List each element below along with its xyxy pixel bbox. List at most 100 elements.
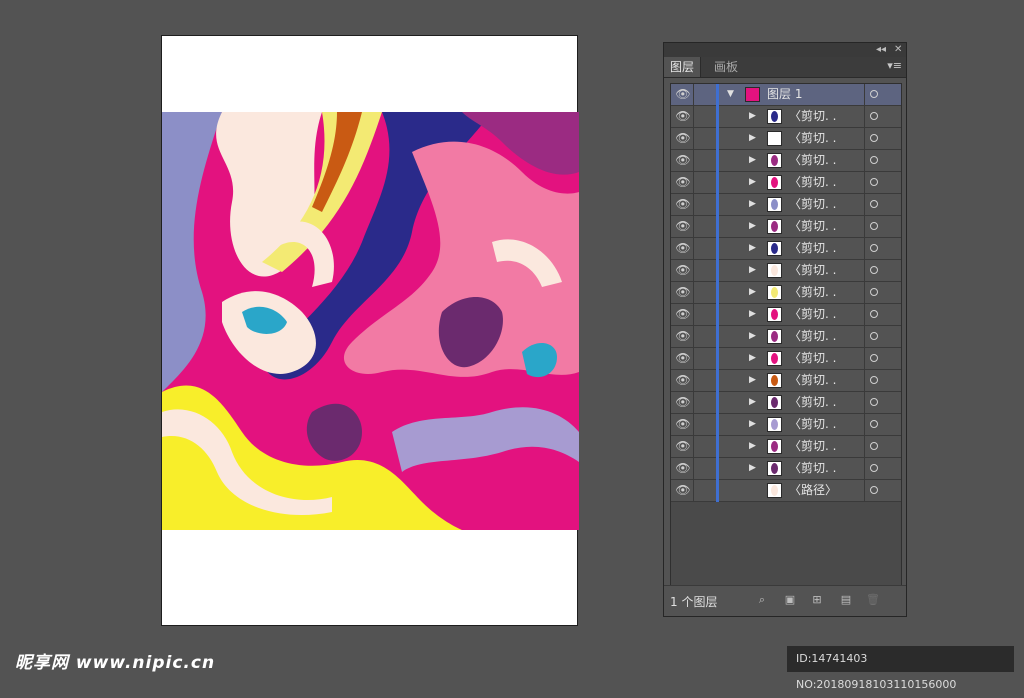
target-circle-icon[interactable] (870, 398, 878, 406)
expand-triangle-icon[interactable]: ▶ (749, 260, 756, 281)
target-circle-icon[interactable] (870, 178, 878, 186)
sublayer-row[interactable]: 👁 ▶ 〈剪切. . (671, 436, 901, 458)
sublayer-name[interactable]: 〈剪切. . (789, 128, 836, 149)
target-circle-icon[interactable] (870, 376, 878, 384)
target-circle-icon[interactable] (870, 222, 878, 230)
visibility-eye-icon[interactable]: 👁 (673, 436, 694, 457)
visibility-eye-icon[interactable]: 👁 (673, 326, 694, 347)
lock-toggle[interactable] (694, 128, 717, 149)
sublayer-row[interactable]: 👁 ▶ 〈剪切. . (671, 282, 901, 304)
sublayer-name[interactable]: 〈剪切. . (789, 150, 836, 171)
expand-triangle-icon[interactable]: ▶ (749, 370, 756, 391)
target-circle-icon[interactable] (870, 332, 878, 340)
sublayer-row[interactable]: 👁 ▶ 〈剪切. . (671, 370, 901, 392)
tab-artboards[interactable]: 画板 (708, 57, 744, 77)
visibility-eye-icon[interactable]: 👁 (673, 370, 694, 391)
target-circle-icon[interactable] (870, 464, 878, 472)
sublayer-row[interactable]: 👁 ▶ 〈剪切. . (671, 326, 901, 348)
sublayer-name[interactable]: 〈剪切. . (789, 370, 836, 391)
sublayer-name[interactable]: 〈剪切. . (789, 172, 836, 193)
sublayer-row[interactable]: 👁 ▶ 〈剪切. . (671, 414, 901, 436)
sublayer-name[interactable]: 〈剪切. . (789, 436, 836, 457)
visibility-eye-icon[interactable]: 👁 (673, 106, 694, 127)
target-circle-icon[interactable] (870, 266, 878, 274)
lock-toggle[interactable] (694, 304, 717, 325)
lock-toggle[interactable] (694, 260, 717, 281)
lock-toggle[interactable] (694, 436, 717, 457)
tab-layers[interactable]: 图层 (664, 57, 702, 77)
sublayer-row[interactable]: 👁 ▶ 〈剪切. . (671, 128, 901, 150)
expand-triangle-icon[interactable]: ▶ (749, 194, 756, 215)
expand-triangle-icon[interactable]: ▶ (749, 216, 756, 237)
target-circle-icon[interactable] (870, 288, 878, 296)
sublayer-row[interactable]: 👁 〈路径〉 (671, 480, 901, 502)
layers-list[interactable]: 👁 ▼ 图层 1 👁 ▶ 〈剪切. . 👁 ▶ 〈剪切. . 👁 ▶ 〈剪切. . 👁 ▶ 〈剪切. … (670, 83, 902, 587)
lock-toggle[interactable] (694, 326, 717, 347)
sublayer-name[interactable]: 〈剪切. . (789, 414, 836, 435)
sublayer-row[interactable]: 👁 ▶ 〈剪切. . (671, 304, 901, 326)
lock-toggle[interactable] (694, 150, 717, 171)
visibility-eye-icon[interactable]: 👁 (673, 216, 694, 237)
expand-triangle-icon[interactable]: ▶ (749, 436, 756, 457)
expand-triangle-icon[interactable]: ▶ (749, 392, 756, 413)
visibility-eye-icon[interactable]: 👁 (673, 128, 694, 149)
visibility-eye-icon[interactable]: 👁 (673, 304, 694, 325)
lock-toggle[interactable] (694, 458, 717, 479)
sublayer-name[interactable]: 〈剪切. . (789, 238, 836, 259)
expand-triangle-icon[interactable]: ▶ (749, 238, 756, 259)
sublayer-row[interactable]: 👁 ▶ 〈剪切. . (671, 238, 901, 260)
lock-toggle[interactable] (694, 282, 717, 303)
lock-toggle[interactable] (694, 392, 717, 413)
visibility-eye-icon[interactable]: 👁 (673, 392, 694, 413)
sublayer-row[interactable]: 👁 ▶ 〈剪切. . (671, 458, 901, 480)
expand-triangle-icon[interactable]: ▶ (749, 326, 756, 347)
target-circle-icon[interactable] (870, 486, 878, 494)
visibility-eye-icon[interactable]: 👁 (673, 238, 694, 259)
target-circle-icon[interactable] (870, 244, 878, 252)
sublayer-row[interactable]: 👁 ▶ 〈剪切. . (671, 216, 901, 238)
expand-triangle-icon[interactable]: ▶ (749, 106, 756, 127)
sublayer-row[interactable]: 👁 ▶ 〈剪切. . (671, 392, 901, 414)
sublayer-name[interactable]: 〈剪切. . (789, 260, 836, 281)
expand-triangle-icon[interactable]: ▼ (727, 84, 734, 105)
lock-toggle[interactable] (694, 238, 717, 259)
lock-toggle[interactable] (694, 348, 717, 369)
lock-toggle[interactable] (694, 84, 717, 105)
expand-triangle-icon[interactable]: ▶ (749, 150, 756, 171)
expand-triangle-icon[interactable]: ▶ (749, 458, 756, 479)
double-chevron-left-icon[interactable]: ◂◂ (876, 43, 886, 57)
sublayer-name[interactable]: 〈剪切. . (789, 348, 836, 369)
sublayer-name[interactable]: 〈路径〉 (789, 480, 837, 501)
visibility-eye-icon[interactable]: 👁 (673, 260, 694, 281)
new-layer-icon[interactable]: ▤ (840, 594, 852, 606)
visibility-eye-icon[interactable]: 👁 (673, 150, 694, 171)
sublayer-name[interactable]: 〈剪切. . (789, 458, 836, 479)
target-circle-icon[interactable] (870, 112, 878, 120)
sublayer-name[interactable]: 〈剪切. . (789, 216, 836, 237)
sublayer-name[interactable]: 〈剪切. . (789, 326, 836, 347)
panel-menu-icon[interactable]: ▾≡ (887, 59, 902, 72)
close-icon[interactable]: ✕ (894, 43, 902, 57)
lock-toggle[interactable] (694, 106, 717, 127)
sublayer-row[interactable]: 👁 ▶ 〈剪切. . (671, 172, 901, 194)
lock-toggle[interactable] (694, 414, 717, 435)
locate-object-icon[interactable]: ⌕ (756, 594, 768, 606)
sublayer-name[interactable]: 〈剪切. . (789, 106, 836, 127)
lock-toggle[interactable] (694, 370, 717, 391)
target-circle-icon[interactable] (870, 354, 878, 362)
visibility-eye-icon[interactable]: 👁 (673, 84, 694, 105)
layer-name[interactable]: 图层 1 (767, 84, 802, 105)
target-circle-icon[interactable] (870, 200, 878, 208)
visibility-eye-icon[interactable]: 👁 (673, 194, 694, 215)
lock-toggle[interactable] (694, 172, 717, 193)
target-circle-icon[interactable] (870, 420, 878, 428)
lock-toggle[interactable] (694, 480, 717, 501)
sublayer-row[interactable]: 👁 ▶ 〈剪切. . (671, 194, 901, 216)
make-clipping-mask-icon[interactable]: ▣ (784, 594, 796, 606)
sublayer-name[interactable]: 〈剪切. . (789, 392, 836, 413)
lock-toggle[interactable] (694, 194, 717, 215)
expand-triangle-icon[interactable]: ▶ (749, 304, 756, 325)
panel-title-bar[interactable]: ◂◂ ✕ (664, 43, 906, 58)
create-sublayer-icon[interactable]: ⊞ (811, 594, 823, 606)
visibility-eye-icon[interactable]: 👁 (673, 282, 694, 303)
